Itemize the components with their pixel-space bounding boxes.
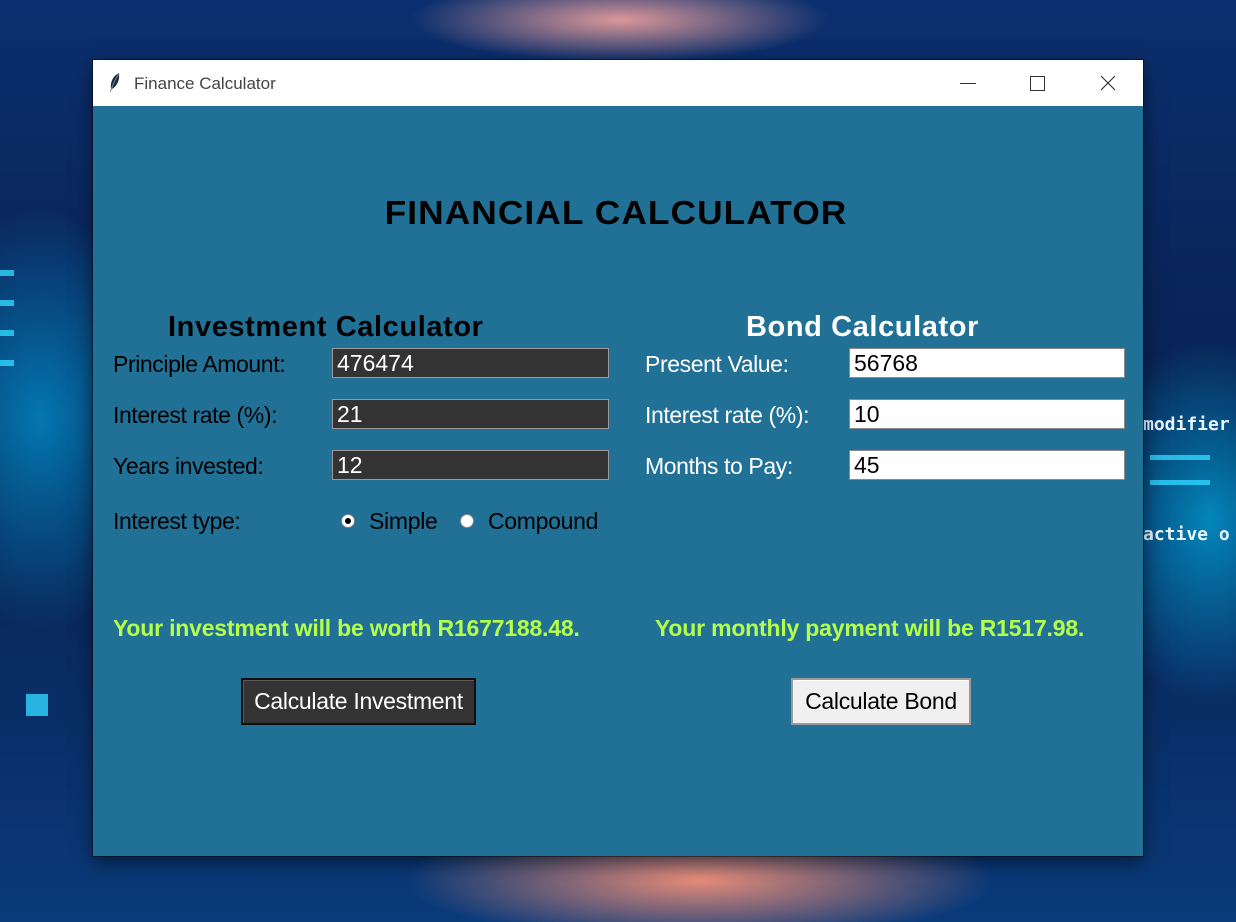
investment-result: Your investment will be worth R1677188.4… [113,615,580,641]
months-to-pay-input[interactable] [849,450,1125,480]
wallpaper-text: active o [1143,524,1230,545]
bond-rate-input[interactable] [849,399,1125,429]
principal-amount-input[interactable] [332,348,609,378]
present-value-label: Present Value: [645,351,789,377]
months-to-pay-label: Months to Pay: [645,453,793,479]
bond-section-title: Bond Calculator [746,311,979,343]
feather-icon [110,73,120,93]
calculate-bond-button[interactable]: Calculate Bond [791,678,971,725]
interest-type-label: Interest type: [113,508,241,534]
wallpaper-decor [1150,455,1210,460]
window-title: Finance Calculator [134,74,276,93]
app-heading: FINANCIAL CALCULATOR [384,194,848,231]
maximize-button[interactable] [1002,60,1072,106]
close-icon [1100,75,1116,91]
maximize-icon [1029,75,1045,91]
years-invested-label: Years invested: [113,453,264,479]
principal-amount-label: Principle Amount: [113,351,286,377]
investment-section-title: Investment Calculator [168,311,484,343]
present-value-input[interactable] [849,348,1125,378]
title-bar[interactable]: Finance Calculator [93,60,1143,106]
wallpaper-decor [0,300,14,306]
wallpaper-decor [0,330,14,336]
years-invested-input[interactable] [332,450,609,480]
wallpaper-decor [0,360,14,366]
minimize-button[interactable] [933,60,1003,106]
close-button[interactable] [1073,60,1143,106]
investment-rate-input[interactable] [332,399,609,429]
radio-compound[interactable] [460,514,474,528]
investment-rate-label: Interest rate (%): [113,402,278,428]
radio-selected-dot [345,518,351,524]
finance-calculator-window: Finance Calculator FINANCIAL CALCULATOR … [93,60,1143,856]
wallpaper-decor [26,694,48,716]
radio-simple-label[interactable]: Simple [369,508,438,535]
wallpaper-text: modifier [1143,414,1230,435]
bond-rate-label: Interest rate (%): [645,402,810,428]
radio-simple[interactable] [341,514,355,528]
radio-compound-label[interactable]: Compound [488,508,598,535]
calculate-investment-button[interactable]: Calculate Investment [241,678,476,725]
bond-result: Your monthly payment will be R1517.98. [655,615,1085,641]
window-content: FINANCIAL CALCULATOR Investment Calculat… [93,106,1143,856]
wallpaper-decor [0,270,14,276]
minimize-icon [960,82,976,84]
wallpaper-decor [1150,480,1210,485]
